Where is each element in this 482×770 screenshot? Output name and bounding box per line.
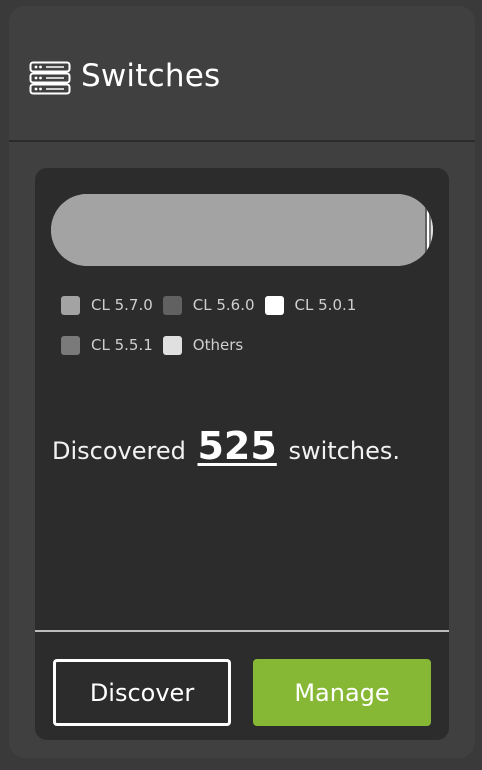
- legend-label: CL 5.7.0: [91, 296, 153, 314]
- discovery-summary: Discovered 525 switches.: [52, 424, 400, 468]
- version-legend: CL 5.7.0 CL 5.6.0 CL 5.0.1 CL 5.5.1 Othe…: [61, 294, 421, 374]
- legend-row: CL 5.7.0 CL 5.6.0 CL 5.0.1: [61, 294, 421, 316]
- card-header: Switches: [9, 6, 475, 142]
- legend-item-cl-5-0-1: CL 5.0.1: [264, 295, 357, 315]
- legend-label: Others: [192, 336, 244, 354]
- manage-button[interactable]: Manage: [253, 659, 431, 726]
- legend-row: CL 5.5.1 Others: [61, 334, 421, 356]
- legend-swatch: [61, 295, 80, 315]
- switch-count-link[interactable]: 525: [197, 424, 276, 468]
- legend-label: CL 5.5.1: [91, 336, 153, 354]
- version-distribution-bar: [51, 194, 433, 266]
- legend-item-cl-5-7-0: CL 5.7.0: [61, 295, 153, 315]
- legend-swatch: [162, 295, 182, 315]
- legend-label: CL 5.6.0: [192, 296, 255, 314]
- legend-item-others: Others: [162, 335, 244, 355]
- summary-prefix: Discovered: [52, 437, 186, 465]
- legend-item-cl-5-5-1: CL 5.5.1: [61, 335, 153, 355]
- legend-swatch: [264, 295, 284, 315]
- switches-panel: CL 5.7.0 CL 5.6.0 CL 5.0.1 CL 5.5.1 Othe…: [35, 168, 449, 740]
- legend-swatch: [162, 335, 182, 355]
- summary-suffix: switches.: [288, 437, 400, 465]
- legend-item-cl-5-6-0: CL 5.6.0: [162, 295, 255, 315]
- distribution-segment: [51, 194, 426, 266]
- card-title: Switches: [81, 58, 221, 94]
- legend-label: CL 5.0.1: [294, 296, 357, 314]
- legend-swatch: [61, 335, 80, 355]
- distribution-segment: [430, 194, 433, 266]
- switches-card: Switches CL 5.7.0 CL 5.6.0 CL 5.0.1 CL 5…: [9, 6, 475, 758]
- server-stack-icon: [29, 61, 71, 95]
- discover-button[interactable]: Discover: [53, 659, 231, 726]
- divider: [35, 630, 449, 632]
